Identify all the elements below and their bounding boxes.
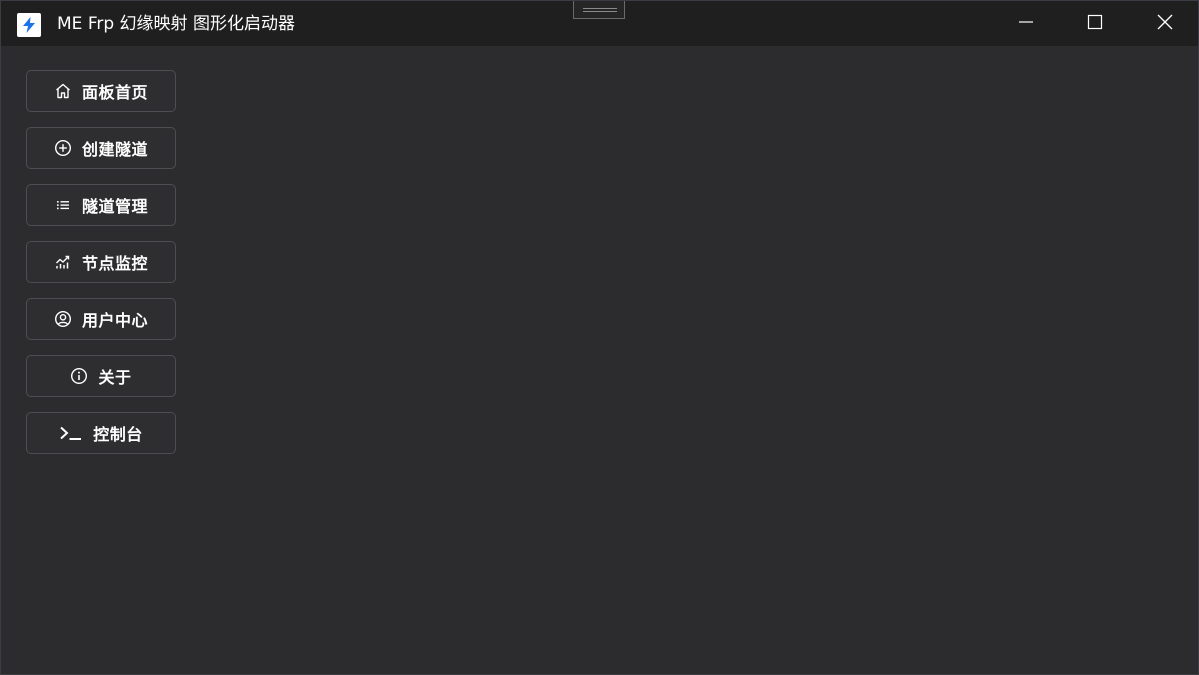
close-icon [1157,14,1173,34]
user-circle-icon [54,310,72,328]
sidebar-nav: 面板首页 创建隧道 隧道管理 节点监控 用户中心 关于 控制台 [26,70,176,469]
sidebar-item-create-tunnel[interactable]: 创建隧道 [26,127,176,169]
terminal-icon [59,424,83,442]
close-button[interactable] [1142,1,1188,46]
info-circle-icon [70,367,88,385]
drag-handle[interactable] [573,1,625,19]
sidebar-item-label: 关于 [98,368,132,387]
sidebar-item-label: 用户中心 [81,311,148,330]
sidebar-item-label: 节点监控 [81,254,148,273]
title-bar[interactable]: ME Frp 幻缘映射 图形化启动器 [1,1,1198,46]
sidebar-item-console[interactable]: 控制台 [26,412,176,454]
sidebar-item-about[interactable]: 关于 [26,355,176,397]
sidebar-item-label: 隧道管理 [81,197,148,216]
window-title: ME Frp 幻缘映射 图形化启动器 [57,14,295,34]
sidebar-item-tunnel-management[interactable]: 隧道管理 [26,184,176,226]
sidebar-item-user-center[interactable]: 用户中心 [26,298,176,340]
app-window: ME Frp 幻缘映射 图形化启动器 面板首页 创建隧道 隧道管理 节点监控 用… [0,0,1199,675]
sidebar-item-node-monitor[interactable]: 节点监控 [26,241,176,283]
sidebar-item-label: 创建隧道 [81,140,148,159]
list-icon [54,196,72,214]
minimize-icon [1018,14,1034,34]
sidebar-item-label: 控制台 [93,425,143,444]
lightning-bolt-icon [17,13,41,37]
trend-chart-icon [54,253,72,271]
sidebar-item-dashboard[interactable]: 面板首页 [26,70,176,112]
home-icon [54,82,72,100]
sidebar-item-label: 面板首页 [81,83,148,102]
minimize-button[interactable] [1003,1,1049,46]
maximize-icon [1087,14,1103,34]
plus-circle-icon [54,139,72,157]
maximize-button[interactable] [1072,1,1118,46]
